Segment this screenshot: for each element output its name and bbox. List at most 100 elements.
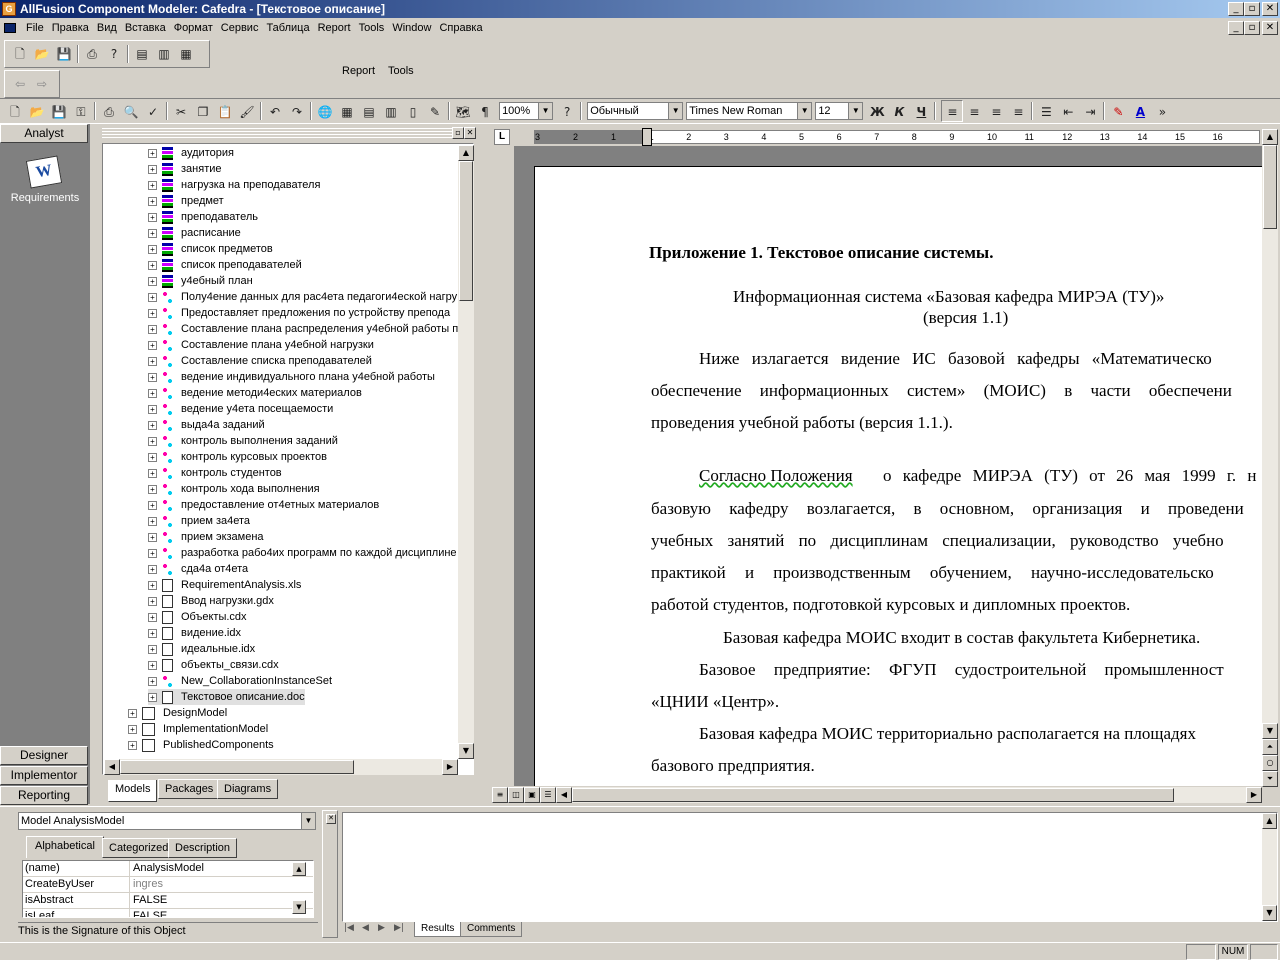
expand-icon[interactable]: +	[148, 244, 157, 254]
tree-item[interactable]: + New_CollaborationInstanceSet	[148, 673, 332, 689]
undo-icon[interactable]: ↶	[264, 101, 286, 123]
expand-icon[interactable]: +	[148, 292, 157, 302]
forward-arrow-icon[interactable]: ⇨	[31, 73, 53, 95]
tree-item[interactable]: + контроль выполнения заданий	[148, 433, 338, 449]
next-page-icon[interactable]: ⏷	[1262, 771, 1278, 787]
scroll-down-icon[interactable]: ▼	[458, 743, 474, 759]
implementor-button[interactable]: Implementor	[0, 766, 88, 785]
tab-results[interactable]: Results	[414, 922, 462, 937]
scroll-left-icon[interactable]: ◀	[104, 759, 120, 775]
property-row[interactable]: (name) AnalysisModel	[23, 861, 313, 877]
doc-close-button[interactable]: ✕	[1262, 21, 1278, 35]
menu-item[interactable]: Справка	[439, 22, 482, 34]
web-view-icon[interactable]: ◫	[508, 787, 524, 803]
font-color-icon[interactable]: A	[1129, 101, 1151, 123]
tab-diagrams[interactable]: Diagrams	[217, 779, 279, 799]
prev-page-icon[interactable]: ⏶	[1262, 739, 1278, 755]
back-arrow-icon[interactable]: ⇦	[9, 73, 31, 95]
tree-item[interactable]: + аудитория	[148, 145, 234, 161]
expand-icon[interactable]: +	[148, 388, 157, 398]
expand-icon[interactable]: +	[148, 548, 157, 558]
tab-description[interactable]: Description	[168, 838, 238, 858]
open-doc-icon[interactable]: 📂	[26, 101, 48, 123]
panes-icon[interactable]: ▥	[153, 43, 175, 65]
property-row[interactable]: isAbstract FALSE	[23, 893, 313, 909]
redo-icon[interactable]: ↷	[286, 101, 308, 123]
italic-button[interactable]: К	[888, 101, 910, 123]
new-doc-icon[interactable]: 🗋	[4, 101, 26, 123]
scroll-up-icon[interactable]: ▲	[292, 862, 306, 876]
increase-indent-icon[interactable]: ⇥	[1079, 101, 1101, 123]
scroll-up-icon[interactable]: ▲	[458, 145, 474, 161]
property-row[interactable]: CreateByUser ingres	[23, 877, 313, 893]
tree-vscroll-thumb[interactable]	[459, 161, 473, 301]
help-icon[interactable]: ?	[103, 43, 125, 65]
copy-icon[interactable]: ❐	[192, 101, 214, 123]
menu-item[interactable]: Report	[318, 22, 351, 34]
scroll-right-icon[interactable]: ▶	[1246, 787, 1262, 803]
expand-icon[interactable]: +	[148, 580, 157, 590]
show-marks-icon[interactable]: ¶	[474, 101, 496, 123]
object-select[interactable]: Model AnalysisModel ▼	[18, 812, 316, 830]
tab-stop-icon[interactable]: L	[494, 129, 510, 145]
doc-restore-button[interactable]: ▫	[1244, 21, 1260, 35]
tree-hscroll-thumb[interactable]	[120, 760, 354, 774]
property-value[interactable]: AnalysisModel	[133, 861, 204, 876]
menu-item[interactable]: Вставка	[125, 22, 166, 34]
decrease-indent-icon[interactable]: ⇤	[1057, 101, 1079, 123]
cut-icon[interactable]: ✂	[170, 101, 192, 123]
expand-icon[interactable]: +	[148, 564, 157, 574]
property-row[interactable]: isLeaf FALSE	[23, 909, 313, 917]
output-grip[interactable]	[322, 810, 338, 938]
format-painter-icon[interactable]: 🖌	[236, 101, 258, 123]
tree-item[interactable]: + у4ебный план	[148, 273, 253, 289]
print-view-icon[interactable]: ▣	[524, 787, 540, 803]
tree-item[interactable]: + разработка рабо4их программ по каждой д…	[148, 545, 457, 561]
expand-icon[interactable]: +	[148, 260, 157, 270]
property-value[interactable]: ingres	[133, 877, 163, 892]
document-page[interactable]: Приложение 1. Текстовое описание системы…	[534, 166, 1262, 786]
expand-icon[interactable]: +	[148, 596, 157, 606]
scroll-up-icon[interactable]: ▲	[1262, 129, 1278, 145]
tree-item[interactable]: + видение.idx	[148, 625, 241, 641]
property-grid[interactable]: (name) AnalysisModel CreateByUser ingres isA…	[22, 860, 314, 918]
tree-item[interactable]: + ведение методи4еских материалов	[148, 385, 362, 401]
expand-icon[interactable]: +	[148, 532, 157, 542]
reporting-button[interactable]: Reporting	[0, 786, 88, 805]
indent-marker[interactable]	[642, 128, 652, 146]
menu-item[interactable]: Сервис	[221, 22, 259, 34]
expand-icon[interactable]: +	[148, 196, 157, 206]
tab-comments[interactable]: Comments	[460, 922, 523, 937]
expand-icon[interactable]: +	[148, 468, 157, 478]
menu-item[interactable]: Window	[392, 22, 431, 34]
justify-icon[interactable]: ≡	[1007, 101, 1029, 123]
align-left-icon[interactable]: ≡	[941, 100, 964, 122]
align-right-icon[interactable]: ≡	[985, 101, 1007, 123]
expand-icon[interactable]: +	[148, 516, 157, 526]
doc-hscroll-thumb[interactable]	[572, 788, 1174, 802]
tree-item[interactable]: + Ввод нагрузки.gdx	[148, 593, 274, 609]
minimize-button[interactable]: _	[1228, 2, 1244, 16]
tree-item[interactable]: + предмет	[148, 193, 224, 209]
tree-item[interactable]: + Текстовое описание.doc	[148, 689, 305, 705]
menu-item[interactable]: Вид	[97, 22, 117, 34]
bold-button[interactable]: Ж	[866, 101, 888, 123]
tree-item[interactable]: + нагрузка на преподавателя	[148, 177, 320, 193]
expand-icon[interactable]: +	[148, 180, 157, 190]
excel-icon[interactable]: ▥	[380, 101, 402, 123]
menu-item[interactable]: Tools	[359, 22, 385, 34]
save-doc-icon[interactable]: 💾	[48, 101, 70, 123]
expand-icon[interactable]: +	[148, 660, 157, 670]
expand-icon[interactable]: +	[148, 308, 157, 318]
tree-root-item[interactable]: + ImplementationModel	[128, 721, 268, 737]
tab-categorized[interactable]: Categorized	[102, 838, 176, 858]
report-menu[interactable]: Report	[342, 64, 375, 78]
tree-item[interactable]: + контроль курсовых проектов	[148, 449, 327, 465]
menu-item[interactable]: Формат	[174, 22, 213, 34]
save-icon[interactable]: 💾	[53, 43, 75, 65]
last-tab-icon[interactable]: ▶|	[394, 923, 404, 933]
expand-icon[interactable]: +	[148, 324, 157, 334]
pane-restore-icon[interactable]: ▫	[452, 127, 464, 139]
tree-item[interactable]: + преподаватель	[148, 209, 258, 225]
tab-models[interactable]: Models	[108, 780, 158, 802]
